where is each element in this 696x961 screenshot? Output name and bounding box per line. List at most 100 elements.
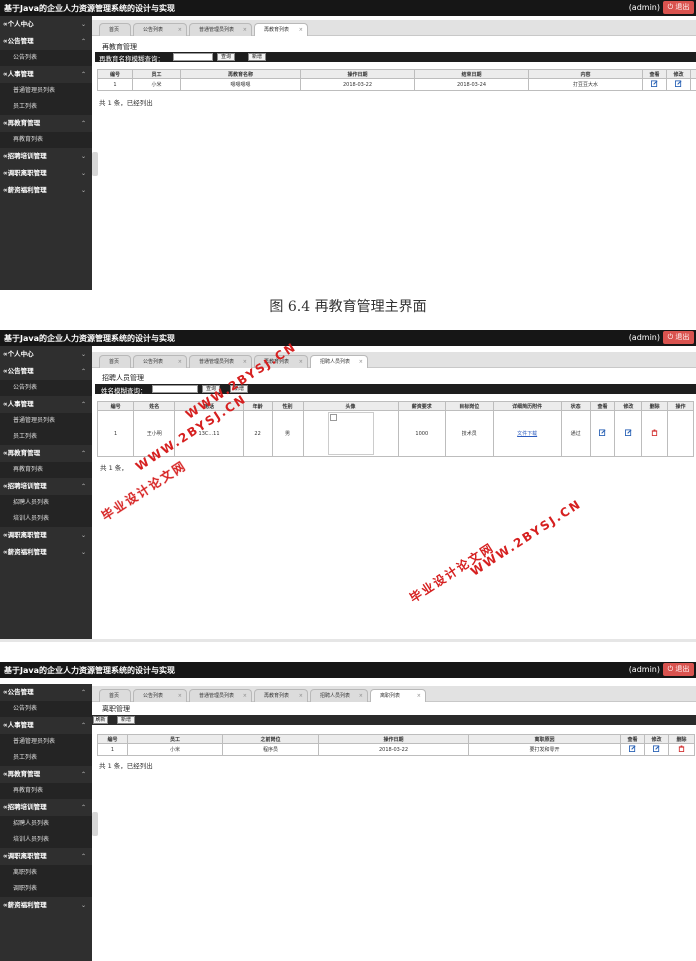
- delete-action[interactable]: [690, 78, 696, 91]
- sidebar-item[interactable]: 公告列表: [0, 50, 92, 66]
- sidebar-group[interactable]: ∝个人中心 ⌄: [0, 346, 92, 363]
- tab[interactable]: 首页: [99, 23, 131, 36]
- view-icon[interactable]: [599, 429, 606, 438]
- collapse-handle[interactable]: [92, 812, 98, 836]
- tab[interactable]: 离职列表 ×: [370, 689, 426, 702]
- sidebar-group[interactable]: ∝调职离职管理 ⌃: [0, 848, 92, 865]
- collapse-handle[interactable]: [92, 152, 98, 176]
- sidebar-item[interactable]: 员工列表: [0, 750, 92, 766]
- view-icon[interactable]: [629, 745, 636, 754]
- sidebar-item[interactable]: 公告列表: [0, 380, 92, 396]
- sidebar-group[interactable]: ∝人事管理 ⌃: [0, 66, 92, 83]
- edit-action[interactable]: [666, 78, 691, 91]
- tab[interactable]: 普通管理员列表 ×: [189, 355, 252, 368]
- view-icon[interactable]: [651, 80, 658, 89]
- tab[interactable]: 公告列表 ×: [133, 689, 187, 702]
- sidebar-item[interactable]: 员工列表: [0, 99, 92, 115]
- sidebar-group[interactable]: ∝个人中心 ⌄: [0, 16, 92, 33]
- download-link[interactable]: 文件下载: [517, 431, 537, 437]
- logout-button[interactable]: ⏻ 退出: [663, 331, 694, 344]
- sidebar-group[interactable]: ∝再教育管理 ⌃: [0, 115, 92, 132]
- tab[interactable]: 再教育列表 ×: [254, 23, 308, 36]
- sidebar-item[interactable]: 普通管理员列表: [0, 413, 92, 429]
- sidebar-item[interactable]: 再教育列表: [0, 132, 92, 148]
- view-action[interactable]: [642, 78, 667, 91]
- sidebar-item[interactable]: 普通管理员列表: [0, 83, 92, 99]
- sidebar-group[interactable]: ∝再教育管理 ⌃: [0, 766, 92, 783]
- close-icon[interactable]: ×: [243, 690, 247, 702]
- sidebar-item[interactable]: 培训人员列表: [0, 511, 92, 527]
- chevron-icon: ⌃: [80, 804, 86, 811]
- column-header: 内容: [528, 69, 643, 79]
- sidebar-group[interactable]: ∝招聘培训管理 ⌃: [0, 799, 92, 816]
- sidebar-group[interactable]: ∝公告管理 ⌃: [0, 684, 92, 701]
- add-button[interactable]: 新增: [117, 716, 135, 724]
- logout-button[interactable]: ⏻ 退出: [663, 663, 694, 676]
- edit-icon[interactable]: [653, 745, 660, 754]
- edit-icon[interactable]: [675, 80, 682, 89]
- close-icon[interactable]: ×: [359, 690, 363, 702]
- view-action[interactable]: [620, 743, 645, 756]
- delete-action[interactable]: [641, 410, 669, 457]
- sidebar-group[interactable]: ∝薪资福利管理 ⌄: [0, 544, 92, 561]
- add-button[interactable]: 新增: [248, 53, 266, 61]
- tab[interactable]: 公告列表 ×: [133, 23, 187, 36]
- sidebar-group[interactable]: ∝公告管理 ⌃: [0, 33, 92, 50]
- edit-icon[interactable]: [624, 429, 632, 438]
- sidebar-group[interactable]: ∝再教育管理 ⌃: [0, 445, 92, 462]
- trash-icon[interactable]: [651, 429, 658, 438]
- tab[interactable]: 招聘人员列表 ×: [310, 689, 368, 702]
- sidebar-group[interactable]: ∝公告管理 ⌃: [0, 363, 92, 380]
- tab[interactable]: 招聘人员列表 ×: [310, 355, 368, 368]
- sidebar-group[interactable]: ∝薪资福利管理 ⌄: [0, 182, 92, 199]
- edit-action[interactable]: [644, 743, 669, 756]
- tab[interactable]: 首页: [99, 689, 131, 702]
- tab[interactable]: 普通管理员列表 ×: [189, 689, 252, 702]
- sidebar-group[interactable]: ∝调职离职管理 ⌄: [0, 527, 92, 544]
- sidebar-group[interactable]: ∝人事管理 ⌃: [0, 717, 92, 734]
- table-footer: 共 1 条，: [100, 464, 128, 472]
- search-input[interactable]: [173, 53, 213, 61]
- close-icon[interactable]: ×: [178, 690, 182, 702]
- sidebar-item[interactable]: 公告列表: [0, 701, 92, 717]
- app-header: 基于Java的企业人力资源管理系统的设计与实现 (admin) ⏻ 退出: [0, 0, 696, 16]
- search-button[interactable]: 查询: [217, 53, 235, 61]
- edit-action[interactable]: [614, 410, 643, 457]
- sidebar-group[interactable]: ∝薪资福利管理 ⌄: [0, 897, 92, 914]
- close-icon[interactable]: ×: [178, 356, 182, 368]
- sidebar-item[interactable]: 再教育列表: [0, 462, 92, 478]
- close-icon[interactable]: ×: [243, 356, 247, 368]
- sidebar-group[interactable]: ∝人事管理 ⌃: [0, 396, 92, 413]
- close-icon[interactable]: ×: [243, 24, 247, 36]
- sidebar-group[interactable]: ∝招聘培训管理 ⌃: [0, 478, 92, 495]
- logout-label: 退出: [675, 665, 690, 673]
- sidebar-item[interactable]: 离职列表: [0, 865, 92, 881]
- sidebar-item[interactable]: 员工列表: [0, 429, 92, 445]
- refresh-button[interactable]: 刷新: [93, 716, 108, 724]
- sidebar-group-label: 个人中心: [7, 20, 34, 28]
- tab[interactable]: 公告列表 ×: [133, 355, 187, 368]
- sidebar-item[interactable]: 调职列表: [0, 881, 92, 897]
- trash-icon[interactable]: [678, 745, 685, 754]
- close-icon[interactable]: ×: [299, 690, 303, 702]
- delete-action[interactable]: [668, 743, 695, 756]
- close-icon[interactable]: ×: [178, 24, 182, 36]
- view-action[interactable]: [589, 410, 616, 457]
- close-icon[interactable]: ×: [299, 356, 303, 368]
- sidebar-group[interactable]: ∝招聘培训管理 ⌄: [0, 148, 92, 165]
- chevron-icon: ⌃: [80, 71, 86, 78]
- sidebar-group[interactable]: ∝调职离职管理 ⌄: [0, 165, 92, 182]
- sidebar-item[interactable]: 培训人员列表: [0, 832, 92, 848]
- sidebar-item[interactable]: 招聘人员列表: [0, 495, 92, 511]
- logout-button[interactable]: ⏻ 退出: [663, 1, 694, 14]
- sidebar-item[interactable]: 再教育列表: [0, 783, 92, 799]
- tab[interactable]: 再教育列表 ×: [254, 689, 308, 702]
- close-icon[interactable]: ×: [299, 24, 303, 36]
- search-input[interactable]: [152, 385, 198, 393]
- close-icon[interactable]: ×: [417, 690, 421, 702]
- tab[interactable]: 首页: [99, 355, 131, 368]
- tab[interactable]: 普通管理员列表 ×: [189, 23, 252, 36]
- sidebar-item[interactable]: 普通管理员列表: [0, 734, 92, 750]
- sidebar-item[interactable]: 招聘人员列表: [0, 816, 92, 832]
- close-icon[interactable]: ×: [359, 356, 363, 368]
